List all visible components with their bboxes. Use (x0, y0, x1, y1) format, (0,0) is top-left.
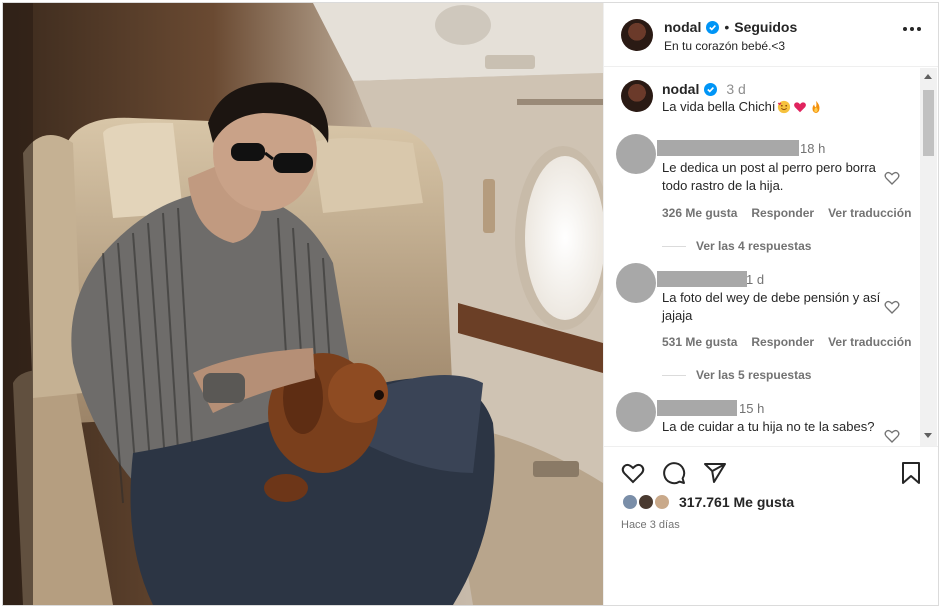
redacted-username (657, 400, 737, 416)
liker-avatar (653, 493, 671, 511)
comment-icon[interactable] (662, 461, 686, 485)
commenter-avatar[interactable] (616, 134, 656, 174)
comment-time[interactable]: 18 h (800, 141, 825, 156)
comment-text: Le dedica un post al perro pero borra to… (662, 160, 876, 193)
post-action-bar: 317.761 Me gusta Hace 3 días (604, 446, 938, 605)
comment-like-heart-icon[interactable] (884, 170, 900, 186)
caption-username[interactable]: nodal (662, 81, 699, 97)
comment-text: La foto del wey de debe pensión y así ja… (662, 290, 881, 323)
view-replies-button[interactable]: Ver las 4 respuestas (662, 239, 811, 253)
comment-time[interactable]: 1 d (746, 272, 764, 287)
comment-actions: 531 Me gusta Responder Ver traducción (662, 335, 911, 349)
comment-text: La de cuidar a tu hija no te la sabes? (662, 419, 875, 434)
post-timestamp[interactable]: Hace 3 días (621, 519, 680, 531)
smiling-face-with-hearts-icon (778, 100, 791, 113)
comment-like-heart-icon[interactable] (884, 428, 900, 444)
audio-subtitle[interactable]: En tu corazón bebé.<3 (664, 39, 785, 53)
verified-badge-icon (706, 20, 720, 34)
reply-button[interactable]: Responder (751, 335, 814, 349)
view-replies-label[interactable]: Ver las 5 respuestas (696, 368, 811, 382)
comment-actions: 326 Me gusta Responder Ver traducción (662, 206, 911, 220)
heart-icon[interactable] (621, 461, 645, 485)
verified-badge-icon (704, 82, 718, 96)
more-options-icon[interactable] (903, 27, 921, 31)
scroll-down-arrow-icon[interactable] (924, 433, 932, 438)
following-button[interactable]: Seguidos (734, 19, 797, 35)
comments-list[interactable]: nodal 3 d La vida bella Chichí 18 h Le d… (604, 68, 938, 446)
commenter-avatar[interactable] (616, 263, 656, 303)
red-heart-icon (794, 101, 807, 112)
likes-count[interactable]: 317.761 Me gusta (679, 494, 794, 510)
redacted-username (657, 271, 747, 287)
instagram-post-modal: nodal • Seguidos En tu corazón bebé.<3 n… (2, 2, 939, 606)
translate-button[interactable]: Ver traducción (828, 206, 911, 220)
reply-button[interactable]: Responder (751, 206, 814, 220)
separator-dot: • (724, 19, 730, 35)
view-replies-label[interactable]: Ver las 4 respuestas (696, 239, 811, 253)
caption-time[interactable]: 3 d (726, 81, 745, 97)
caption-author-row: nodal 3 d (662, 81, 746, 97)
translate-button[interactable]: Ver traducción (828, 335, 911, 349)
comments-scrollbar[interactable] (920, 68, 937, 446)
post-header: nodal • Seguidos En tu corazón bebé.<3 (604, 3, 938, 67)
post-side-panel: nodal • Seguidos En tu corazón bebé.<3 n… (603, 3, 938, 605)
author-avatar[interactable] (621, 19, 653, 51)
replies-divider (662, 245, 686, 247)
caption-text: La vida bella Chichí (662, 99, 776, 114)
comment-likes[interactable]: 326 Me gusta (662, 206, 737, 220)
redacted-username (657, 140, 799, 156)
replies-divider (662, 374, 686, 376)
commenter-avatar[interactable] (616, 392, 656, 432)
scrollbar-thumb[interactable] (923, 90, 934, 156)
bookmark-icon[interactable] (900, 461, 922, 485)
view-replies-button[interactable]: Ver las 5 respuestas (662, 368, 811, 382)
author-username[interactable]: nodal (664, 19, 701, 35)
caption-author-avatar[interactable] (621, 80, 653, 112)
post-photo[interactable] (3, 3, 603, 605)
comment-like-heart-icon[interactable] (884, 299, 900, 315)
likes-summary[interactable]: 317.761 Me gusta (621, 493, 794, 511)
caption-text-row: La vida bella Chichí (662, 99, 823, 114)
comment-time[interactable]: 15 h (739, 401, 764, 416)
fire-icon (812, 100, 820, 113)
share-icon[interactable] (703, 461, 727, 485)
scroll-up-arrow-icon[interactable] (924, 74, 932, 79)
author-row: nodal • Seguidos (664, 19, 797, 35)
comment-likes[interactable]: 531 Me gusta (662, 335, 737, 349)
